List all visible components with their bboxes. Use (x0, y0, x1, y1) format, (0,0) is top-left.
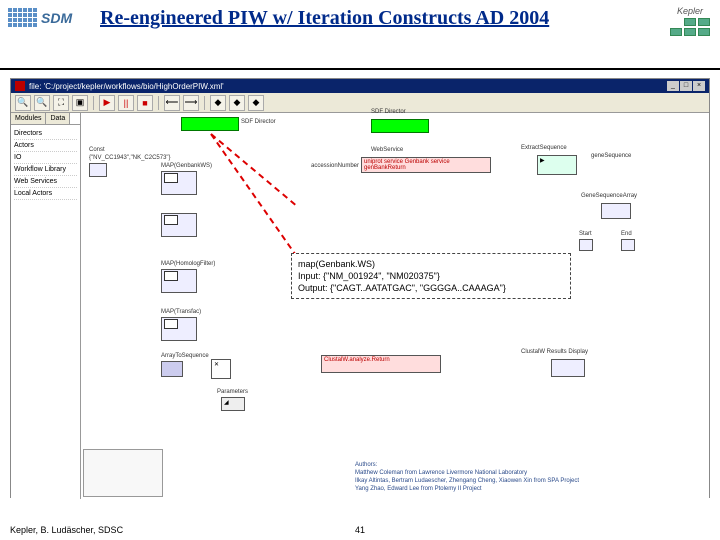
extract-label: ExtractSequence (521, 145, 567, 151)
app-icon (15, 81, 25, 91)
zoom-in-button[interactable]: 🔍 (15, 95, 31, 111)
clustalw-red: ClustalW.analyze.Return (324, 357, 390, 363)
array2seq-actor[interactable] (161, 361, 183, 377)
parameters-label: Parameters (217, 389, 248, 395)
tree-item[interactable]: Actors (14, 140, 77, 152)
webservice-label: WebService (371, 147, 403, 153)
tab-modules[interactable]: Modules (11, 113, 46, 124)
window-title: file: 'C:/project/kepler/workflows/bio/H… (29, 82, 667, 91)
kepler-logo: Kepler (670, 6, 710, 36)
kepler-label: Kepler (670, 6, 710, 16)
const-value: {"NV_CC1943","NK_C2C573"} (89, 155, 171, 161)
extract-actor[interactable]: ▶ (537, 155, 577, 175)
slide-title: Re-engineered PIW w/ Iteration Construct… (100, 6, 549, 30)
authors-line: Yang Zhao, Edward Lee from Ptolemy II Pr… (355, 485, 579, 493)
play-button[interactable]: ▶ (99, 95, 115, 111)
accession-label: accessionNumber (311, 163, 359, 169)
sdm-logo: SDM (8, 8, 72, 27)
history-icon[interactable]: ◆ (210, 95, 226, 111)
tab-data[interactable]: Data (46, 113, 70, 124)
map-transfac-label: MAP(Transfac) (161, 309, 201, 315)
maximize-button[interactable]: □ (680, 81, 692, 91)
page-number: 41 (355, 525, 365, 535)
stop-button[interactable]: ■ (137, 95, 153, 111)
nav-forward-button[interactable]: ⟶ (183, 95, 199, 111)
tree-item[interactable]: Local Actors (14, 188, 77, 200)
nav-back-button[interactable]: ⟵ (164, 95, 180, 111)
map-transfac-actor[interactable] (161, 317, 197, 341)
sidebar: Modules Data Directors Actors IO Workflo… (11, 113, 81, 499)
history-icon[interactable]: ◆ (229, 95, 245, 111)
end-label: End (621, 231, 632, 237)
tree-item[interactable]: Directors (14, 128, 77, 140)
multiply-actor[interactable]: ✕ (211, 359, 231, 379)
const-label: Const (89, 147, 105, 153)
tree-item[interactable]: IO (14, 152, 77, 164)
array2seq-label: ArrayToSequence (161, 353, 209, 359)
sdf-label-2: SDF Director (371, 109, 406, 115)
zoom-full-button[interactable]: ▣ (72, 95, 88, 111)
genearr-actor[interactable] (601, 203, 631, 219)
start-actor[interactable] (579, 239, 593, 251)
app-window: file: 'C:/project/kepler/workflows/bio/H… (10, 78, 710, 498)
authors-line: Matthew Coleman from Lawrence Livermore … (355, 469, 579, 477)
webservice-actor[interactable]: uniprot service Genbank service genBankR… (361, 157, 491, 173)
window-titlebar[interactable]: file: 'C:/project/kepler/workflows/bio/H… (11, 79, 709, 93)
genearr-label: GeneSequenceArray (581, 193, 637, 199)
pause-button[interactable]: || (118, 95, 134, 111)
minimize-button[interactable]: _ (667, 81, 679, 91)
sdm-grid-icon (8, 8, 37, 27)
start-label: Start (579, 231, 592, 237)
sdm-text: SDM (41, 10, 72, 26)
map-homolog-actor[interactable] (161, 269, 197, 293)
geneseq-label: geneSequence (591, 153, 631, 159)
parameters-actor[interactable]: ◢ (221, 397, 245, 411)
clustalw-res-label: ClustalW Results Display (521, 349, 588, 355)
ws-red-text: uniprot service Genbank service genBankR… (364, 159, 450, 171)
zoom-out-button[interactable]: 🔍 (34, 95, 50, 111)
map-homolog-label: MAP(HomologFilter) (161, 261, 215, 267)
sdf-director-2[interactable] (371, 119, 429, 133)
end-actor[interactable] (621, 239, 635, 251)
map-genbank-label: MAP(GenbankWS) (161, 163, 212, 169)
annotation-box: map(Genbank.WS) Input: {"NM_001924", "NM… (291, 253, 571, 299)
authors-header: Authors: (355, 461, 579, 469)
authors-block: Authors: Matthew Coleman from Lawrence L… (355, 461, 579, 493)
sdf-director-1[interactable] (181, 117, 239, 131)
thumbnail-view[interactable] (83, 449, 163, 497)
tree-item[interactable]: Workflow Library (14, 164, 77, 176)
mapbox-l2: Input: {"NM_001924", "NM020375"} (298, 270, 564, 282)
mapbox-l1: map(Genbank.WS) (298, 258, 564, 270)
zoom-fit-button[interactable]: ⛶ (53, 95, 69, 111)
mapbox-l3: Output: {"CAGT..AATATGAC", "GGGGA..CAAAG… (298, 282, 564, 294)
sdf-label-1: SDF Director (241, 119, 276, 125)
map-actor-2[interactable] (161, 213, 197, 237)
authors-line: Ilkay Altintas, Bertram Ludaescher, Zhen… (355, 477, 579, 485)
clustalw-display-actor[interactable] (551, 359, 585, 377)
tree-item[interactable]: Web Services (14, 176, 77, 188)
map-genbank-actor[interactable] (161, 171, 197, 195)
clustalw-actor[interactable]: ClustalW.analyze.Return (321, 355, 441, 373)
history-icon[interactable]: ◆ (248, 95, 264, 111)
toolbar: 🔍 🔍 ⛶ ▣ ▶ || ■ ⟵ ⟶ ◆ ◆ ◆ (11, 93, 709, 113)
close-button[interactable]: × (693, 81, 705, 91)
const-actor[interactable] (89, 163, 107, 177)
workflow-canvas[interactable]: SDF Director SDF Director Const {"NV_CC1… (81, 113, 709, 499)
sidebar-tree[interactable]: Directors Actors IO Workflow Library Web… (11, 125, 80, 203)
